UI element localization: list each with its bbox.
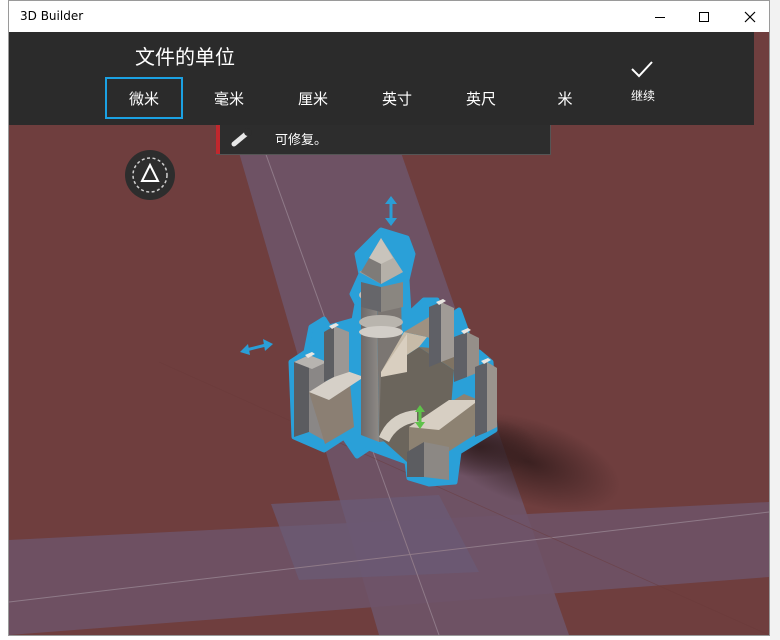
checkmark-icon [631, 61, 653, 78]
unit-option-micrometer[interactable]: 微米 [105, 77, 183, 119]
close-button[interactable] [727, 1, 769, 32]
repair-notification: 可修复。 [216, 125, 551, 155]
maximize-icon [699, 11, 709, 22]
unit-option-foot[interactable]: 英尺 [442, 77, 520, 119]
minimize-icon [655, 16, 665, 18]
app-window: 3D Builder 文件的单位 微米 毫米 厘米 英寸 英尺 米 继续 可修复… [8, 0, 770, 636]
unit-option-centimeter[interactable]: 厘米 [274, 77, 352, 119]
maximize-button[interactable] [681, 1, 727, 32]
close-icon [744, 11, 756, 22]
wrench-icon [231, 128, 252, 147]
app-title: 3D Builder [20, 9, 84, 23]
minimize-button[interactable] [637, 1, 683, 32]
object-tool-icon [132, 157, 168, 193]
notification-accent [216, 125, 220, 154]
unit-option-millimeter[interactable]: 毫米 [190, 77, 268, 119]
units-panel-title: 文件的单位 [135, 45, 235, 69]
object-tool-button[interactable] [125, 150, 175, 200]
unit-option-meter[interactable]: 米 [526, 77, 604, 119]
continue-button[interactable]: 继续 [615, 59, 671, 109]
units-panel: 文件的单位 微米 毫米 厘米 英寸 英尺 米 继续 [9, 32, 754, 125]
continue-label: 继续 [630, 89, 655, 103]
unit-option-inch[interactable]: 英寸 [358, 77, 436, 119]
desktop-background-strip [770, 0, 780, 640]
title-bar: 3D Builder [9, 1, 769, 32]
notification-text: 可修复。 [275, 133, 328, 148]
